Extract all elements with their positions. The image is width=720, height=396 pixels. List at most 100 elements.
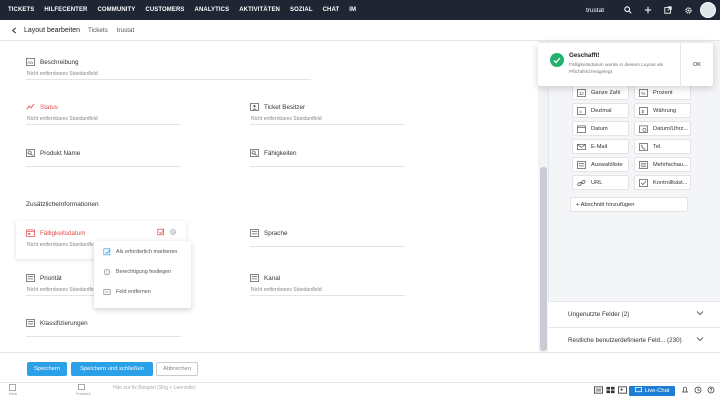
link-icon [577,178,586,187]
field-klassifizierungen[interactable]: Klassifizierungen [26,318,181,337]
chevron-down-icon [696,336,704,344]
remaining-custom-fields-accordion[interactable]: Restliche benutzerdefinierte Feld... (23… [548,327,720,353]
help-icon[interactable] [707,386,715,396]
field-ticket-besitzer[interactable]: Ticket Besitzer Nicht entfernbares Stand… [250,102,405,125]
nav-tickets[interactable]: TICKETS [0,0,39,20]
chat-icon [634,387,642,395]
picklist-icon [26,274,35,283]
field-underline [26,79,311,80]
menu-label: Menü [9,392,18,396]
palette-tile-email[interactable]: E-Mail [572,139,629,154]
field-underline [26,124,181,125]
currency-icon: $ [639,106,648,115]
menu-item-set-permission[interactable]: Berechtigung festlegen [94,263,191,281]
field-label: Fälligkeitsdatum [40,229,86,237]
palette-tile-ganze-zahl[interactable]: 12 Ganze Zahl [572,85,629,100]
scrollbar-thumb[interactable] [540,167,547,351]
clock-icon[interactable] [694,386,702,396]
mail-icon [577,142,586,151]
nav-aktivitaeten[interactable]: AKTIVITÄTEN [234,0,285,20]
toast-ok-button[interactable]: OK [681,43,713,86]
command-input[interactable]: Hier zur fix Beispiel (Strg + Leerzeile) [113,385,196,391]
search-icon[interactable] [618,0,638,20]
field-hint: Nicht entfernbares Standardfeld [251,116,322,122]
picklist-icon [250,274,259,283]
palette-tile-prozent[interactable]: % Prozent [634,85,691,100]
breadcrumb-tickets[interactable]: Tickets [88,27,108,34]
field-underline [250,124,405,125]
back-arrow-icon[interactable] [4,20,24,41]
lookup-icon [250,149,259,158]
field-beschreibung[interactable]: Aa Beschreibung Nicht entfernbares Stand… [26,57,311,80]
svg-text:.0: .0 [578,108,582,113]
permission-icon[interactable] [157,228,165,238]
text-field-icon: Aa [26,58,35,67]
menu-item-mark-required[interactable]: Als erforderlich markieren [94,243,191,261]
field-label: Produkt Name [40,149,81,157]
contacts-icon[interactable] [618,386,627,396]
palette-tile-tel[interactable]: Tel. [634,139,691,154]
bell-icon[interactable] [681,386,689,396]
nav-hilfecenter[interactable]: HILFECENTER [39,0,92,20]
field-label: Fähigkeiten [264,149,297,157]
field-underline [250,246,405,247]
status-icon [26,103,35,112]
menu-item-remove-field[interactable]: Feld entfernen [94,283,191,301]
gear-icon[interactable] [678,0,698,20]
keyboard-icon[interactable] [594,386,603,396]
field-context-menu: Als erforderlich markieren Berechtigung … [94,241,191,308]
field-label: Status [40,103,58,111]
live-chat-button[interactable]: Live-Chat [629,386,675,396]
field-faehigkeiten[interactable]: Fähigkeiten [250,148,405,167]
nav-sozial[interactable]: SOZIAL [285,0,318,20]
calendar-icon [26,229,35,238]
canvas-scrollbar[interactable] [539,41,548,352]
palette-tile-mehrfachauswahl[interactable]: Mehrfachau... [634,157,691,172]
save-and-close-button[interactable]: Speichern und schließen [71,362,153,376]
grid-icon[interactable] [606,386,615,396]
palette-tile-kontrollkaestchen[interactable]: Kontrollkäst... [634,175,691,190]
remove-icon [102,288,111,297]
nav-customers[interactable]: CUSTOMERS [140,0,189,20]
field-sprache[interactable]: Sprache [250,228,405,247]
gear-icon[interactable] [169,228,177,238]
field-label: Beschreibung [40,58,79,66]
nav-analytics[interactable]: ANALYTICS [190,0,235,20]
svg-text:Aa: Aa [27,60,33,65]
palette-tile-dezimal[interactable]: .0 Dezimal [572,103,629,118]
palette-tile-auswahlliste[interactable]: Auswahlliste [572,157,629,172]
top-navigation: TICKETS HILFECENTER COMMUNITY CUSTOMERS … [0,0,720,20]
page-header: Layout bearbeiten Tickets trustat [0,20,720,41]
field-underline [250,295,405,296]
palette-tile-datum-uhrzeit[interactable]: Datum/Uhrz... [634,121,691,136]
add-icon[interactable] [638,0,658,20]
chevron-down-icon [696,310,704,318]
number-icon: 12 [577,88,586,97]
field-label: Priorität [40,274,62,282]
toast-title: Geschafft! [569,52,600,59]
field-status[interactable]: Status Nicht entfernbares Standardfeld [26,102,181,125]
field-label: Klassifizierungen [40,319,88,327]
cancel-button[interactable]: Abbrechen [156,362,198,376]
nav-community[interactable]: COMMUNITY [92,0,140,20]
field-label: Kanal [264,274,281,282]
toast-message: Fälligkeitsdatum wurde in diesem Layout … [569,63,664,75]
field-kanal[interactable]: Kanal Nicht entfernbares Standardfeld [250,273,405,296]
save-button[interactable]: Speichern [27,362,67,376]
external-link-icon[interactable] [658,0,678,20]
add-section-button[interactable]: + Abschnitt hinzufügen [570,197,688,212]
breadcrumb-layout[interactable]: trustat [117,27,135,34]
palette-tile-datum[interactable]: Datum [572,121,629,136]
nav-chat[interactable]: CHAT [318,0,345,20]
phone-icon [639,142,648,151]
avatar[interactable] [700,2,716,18]
portal-name[interactable]: trustat [586,7,604,14]
field-produkt-name[interactable]: Produkt Name [26,148,181,167]
picklist-icon [26,319,35,328]
palette-tile-waehrung[interactable]: $ Währung [634,103,691,118]
palette-tile-url[interactable]: URL [572,175,629,190]
multiselect-icon [639,160,648,169]
unused-fields-accordion[interactable]: Ungenutzte Felder (2) [548,301,720,327]
nav-im[interactable]: IM [344,0,361,20]
lookup-icon [26,149,35,158]
